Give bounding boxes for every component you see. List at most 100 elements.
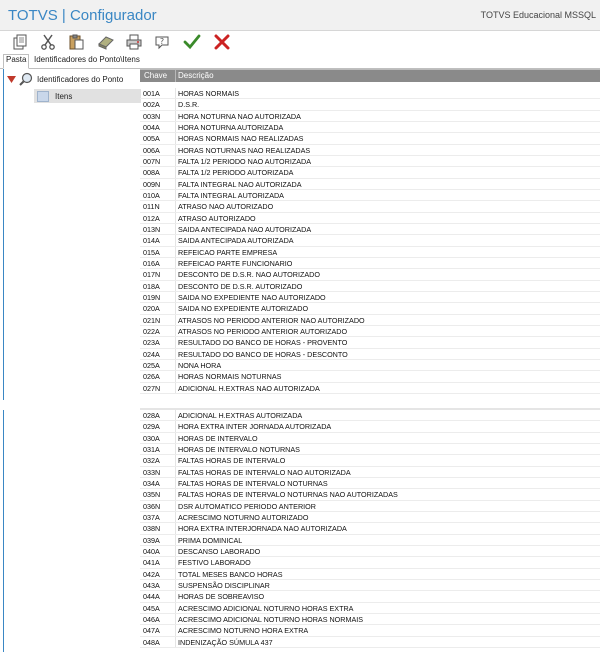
table-row[interactable]: 001A HORAS NORMAIS bbox=[140, 88, 600, 100]
title-bar: TOTVS | Configurador TOTVS Educacional M… bbox=[0, 0, 600, 31]
cell-chave: 027N bbox=[143, 383, 161, 393]
table-row[interactable]: 030A HORAS DE INTERVALO bbox=[140, 432, 600, 444]
cell-chave: 011N bbox=[143, 202, 160, 212]
cell-descricao: DSR AUTOMATICO PERIODO ANTERIOR bbox=[178, 501, 316, 511]
print-button[interactable] bbox=[124, 32, 144, 52]
tree-child-label: Itens bbox=[55, 91, 73, 101]
table-row[interactable]: 011N ATRASO NAO AUTORIZADO bbox=[140, 201, 600, 213]
table-row[interactable]: 012A ATRASO AUTORIZADO bbox=[140, 212, 600, 224]
cell-chave: 045A bbox=[143, 603, 160, 613]
table-row[interactable]: 046A ACRESCIMO ADICIONAL NOTURNO HORAS NO… bbox=[140, 613, 600, 626]
copy-button[interactable] bbox=[10, 32, 30, 52]
cell-chave: 010A bbox=[143, 190, 160, 200]
table-row[interactable]: 032A FALTAS HORAS DE INTERVALO bbox=[140, 455, 600, 467]
paste-button[interactable] bbox=[66, 32, 86, 52]
table-row[interactable]: 033N FALTAS HORAS DE INTERVALO NAO AUTORI… bbox=[140, 466, 600, 478]
cell-descricao: HORAS NORMAIS NAO REALIZADAS bbox=[178, 134, 304, 144]
table-row[interactable]: 013N SAIDA ANTECIPADA NAO AUTORIZADA bbox=[140, 223, 600, 236]
column-header-descricao[interactable]: Descrição bbox=[178, 71, 214, 80]
table-row[interactable]: 019N SAIDA NO EXPEDIENTE NAO AUTORIZADO bbox=[140, 291, 600, 304]
tree-panel: Identificadores do Ponto Itens bbox=[3, 69, 141, 400]
table-row[interactable]: 042A TOTAL MESES BANCO HORAS bbox=[140, 568, 600, 580]
table-row[interactable]: 015A REFEICAO PARTE EMPRESA bbox=[140, 246, 600, 258]
cut-button[interactable] bbox=[38, 32, 58, 52]
tree-node-identificadores[interactable]: Identificadores do Ponto bbox=[7, 72, 123, 86]
table-row[interactable]: 027N ADICIONAL H.EXTRAS NAO AUTORIZADA bbox=[140, 382, 600, 394]
tab-pasta[interactable]: Pasta bbox=[3, 54, 30, 69]
cell-descricao: FALTAS HORAS DE INTERVALO bbox=[178, 456, 286, 466]
table-row[interactable]: 036N DSR AUTOMATICO PERIODO ANTERIOR bbox=[140, 500, 600, 512]
table-row[interactable]: 023A RESULTADO DO BANCO DE HORAS - PROVEN… bbox=[140, 337, 600, 349]
cell-descricao: REFEICAO PARTE FUNCIONARIO bbox=[178, 258, 293, 268]
eraser-button[interactable] bbox=[96, 32, 116, 52]
cell-descricao: SUSPENSÃO DISCIPLINAR bbox=[178, 580, 270, 590]
table-row[interactable]: 024A RESULTADO DO BANCO DE HORAS - DESCON… bbox=[140, 348, 600, 360]
cell-chave: 030A bbox=[143, 433, 160, 443]
grid-rows-continued: 028A ADICIONAL H.EXTRAS AUTORIZADA 029A HOR… bbox=[140, 410, 600, 648]
table-row[interactable]: 041A FESTIVO LABORADO bbox=[140, 557, 600, 569]
cell-chave: 031A bbox=[143, 444, 160, 454]
table-row[interactable]: 006A HORAS NOTURNAS NAO REALIZADAS bbox=[140, 144, 600, 156]
table-row[interactable]: 021N ATRASOS NO PERIODO ANTERIOR NAO AUTO… bbox=[140, 314, 600, 326]
table-row[interactable]: 038N HORA EXTRA INTERJORNADA NAO AUTORIZA… bbox=[140, 523, 600, 535]
cell-descricao: ACRESCIMO ADICIONAL NOTURNO HORAS NORMAI… bbox=[178, 614, 364, 624]
cell-chave: 038N bbox=[143, 524, 161, 534]
tab-identificadores-itens[interactable]: Identificadores do Ponto\Itens bbox=[34, 55, 140, 68]
tree-node-itens[interactable]: Itens bbox=[34, 89, 141, 103]
table-row[interactable]: 037A ACRESCIMO NOTURNO AUTORIZADO bbox=[140, 511, 600, 524]
cell-chave: 002A bbox=[143, 100, 160, 110]
table-row[interactable]: 039A PRIMA DOMINICAL bbox=[140, 534, 600, 546]
table-row[interactable]: 047A ACRESCIMO NOTURNO HORA EXTRA bbox=[140, 625, 600, 637]
table-row[interactable]: 048A INDENIZAÇÃO SÚMULA 437 bbox=[140, 636, 600, 648]
table-row[interactable]: 025A NONA HORA bbox=[140, 359, 600, 372]
cell-descricao: ACRESCIMO ADICIONAL NOTURNO HORAS EXTRA bbox=[178, 603, 354, 613]
table-row[interactable]: 020A SAIDA NO EXPEDIENTE AUTORIZADO bbox=[140, 303, 600, 315]
table-row[interactable]: 005A HORAS NORMAIS NAO REALIZADAS bbox=[140, 133, 600, 145]
table-row[interactable]: 002A D.S.R. bbox=[140, 99, 600, 111]
table-row[interactable]: 010A FALTA INTEGRAL AUTORIZADA bbox=[140, 189, 600, 202]
cell-descricao: FALTAS HORAS DE INTERVALO NAO AUTORIZADA bbox=[178, 467, 351, 477]
cell-descricao: HORAS NORMAIS bbox=[178, 89, 240, 98]
confirm-button[interactable] bbox=[182, 32, 202, 52]
cell-descricao: HORA NOTURNA AUTORIZADA bbox=[178, 122, 284, 132]
cell-chave: 001A bbox=[143, 89, 160, 98]
table-row[interactable]: 014A SAIDA ANTECIPADA AUTORIZADA bbox=[140, 235, 600, 247]
table-row[interactable]: 018A DESCONTO DE D.S.R. AUTORIZADO bbox=[140, 280, 600, 292]
cancel-button[interactable] bbox=[212, 32, 232, 52]
cell-chave: 012A bbox=[143, 213, 160, 223]
help-button[interactable]: ? bbox=[152, 32, 172, 52]
table-row[interactable]: 022A ATRASOS NO PERIODO ANTERIOR AUTORIZA… bbox=[140, 325, 600, 338]
cell-chave: 014A bbox=[143, 236, 160, 246]
table-row[interactable]: 028A ADICIONAL H.EXTRAS AUTORIZADA bbox=[140, 410, 600, 422]
cell-chave: 019N bbox=[143, 292, 161, 302]
cell-descricao: REFEICAO PARTE EMPRESA bbox=[178, 247, 278, 257]
table-row[interactable]: 031A HORAS DE INTERVALO NOTURNAS bbox=[140, 443, 600, 456]
column-header-chave[interactable]: Chave bbox=[144, 71, 167, 80]
table-row[interactable]: 003N HORA NOTURNA NAO AUTORIZADA bbox=[140, 110, 600, 122]
cell-descricao: FALTAS HORAS DE INTERVALO NOTURNAS bbox=[178, 478, 328, 488]
cell-descricao: INDENIZAÇÃO SÚMULA 437 bbox=[178, 637, 273, 647]
cell-chave: 039A bbox=[143, 535, 160, 545]
cell-descricao: FESTIVO LABORADO bbox=[178, 558, 251, 568]
table-row[interactable]: 045A ACRESCIMO ADICIONAL NOTURNO HORAS EX… bbox=[140, 602, 600, 614]
table-row[interactable]: 008A FALTA 1/2 PERIODO AUTORIZADA bbox=[140, 167, 600, 179]
table-row[interactable]: 007N FALTA 1/2 PERIODO NAO AUTORIZADA bbox=[140, 155, 600, 168]
cell-chave: 028A bbox=[143, 411, 160, 420]
table-row[interactable]: 043A SUSPENSÃO DISCIPLINAR bbox=[140, 579, 600, 592]
table-row[interactable]: 029A HORA EXTRA INTER JORNADA AUTORIZADA bbox=[140, 421, 600, 433]
table-row[interactable]: 035N FALTAS HORAS DE INTERVALO NOTURNAS N… bbox=[140, 489, 600, 501]
cell-descricao: DESCONTO DE D.S.R. AUTORIZADO bbox=[178, 281, 303, 291]
magnifier-icon bbox=[19, 72, 33, 86]
table-row[interactable]: 044A HORAS DE SOBREAVISO bbox=[140, 591, 600, 603]
table-row[interactable]: 016A REFEICAO PARTE FUNCIONARIO bbox=[140, 257, 600, 270]
table-row[interactable]: 040A DESCANSO LABORADO bbox=[140, 545, 600, 558]
cell-chave: 008A bbox=[143, 168, 160, 178]
cell-chave: 018A bbox=[143, 281, 160, 291]
table-row[interactable]: 009N FALTA INTEGRAL NAO AUTORIZADA bbox=[140, 178, 600, 190]
app-title: TOTVS | Configurador bbox=[8, 7, 157, 24]
table-row[interactable]: 026A HORAS NORMAIS NOTURNAS bbox=[140, 371, 600, 383]
cell-descricao: D.S.R. bbox=[178, 100, 200, 110]
table-row[interactable]: 017N DESCONTO DE D.S.R. NAO AUTORIZADO bbox=[140, 269, 600, 281]
table-row[interactable]: 034A FALTAS HORAS DE INTERVALO NOTURNAS bbox=[140, 477, 600, 490]
table-row[interactable]: 004A HORA NOTURNA AUTORIZADA bbox=[140, 121, 600, 134]
